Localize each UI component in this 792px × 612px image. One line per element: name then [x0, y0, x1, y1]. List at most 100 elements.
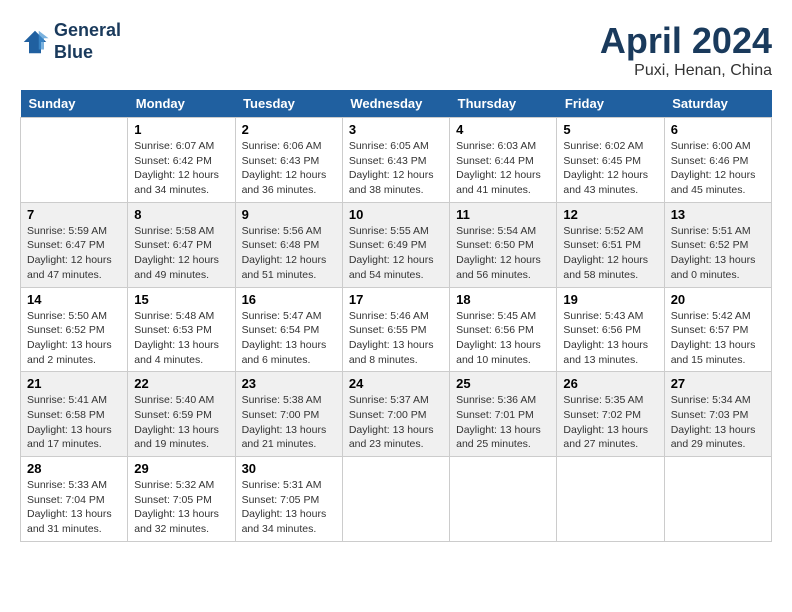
calendar-cell: 6 Sunrise: 6:00 AM Sunset: 6:46 PM Daylig… — [664, 118, 771, 203]
location-subtitle: Puxi, Henan, China — [600, 62, 772, 80]
cell-content: Sunrise: 5:33 AM Sunset: 7:04 PM Dayligh… — [27, 478, 121, 537]
weekday-header-wednesday: Wednesday — [342, 90, 449, 118]
day-number: 24 — [349, 376, 443, 391]
calendar-cell: 24Sunrise: 5:37 AM Sunset: 7:00 PM Dayli… — [342, 372, 449, 457]
day-number: 6 — [671, 122, 765, 137]
calendar-cell: 3 Sunrise: 6:05 AM Sunset: 6:43 PM Daylig… — [342, 118, 449, 203]
weekday-header-monday: Monday — [128, 90, 235, 118]
calendar-cell: 5 Sunrise: 6:02 AM Sunset: 6:45 PM Daylig… — [557, 118, 664, 203]
calendar-cell: 15 Sunrise: 5:48 AM Sunset: 6:53 PM Dayli… — [128, 287, 235, 372]
cell-content: Sunrise: 5:32 AM Sunset: 7:05 PM Dayligh… — [134, 478, 228, 537]
logo-icon — [20, 27, 50, 57]
calendar-cell: 19 Sunrise: 5:43 AM Sunset: 6:56 PM Dayli… — [557, 287, 664, 372]
day-number: 12 — [563, 207, 657, 222]
day-number: 13 — [671, 207, 765, 222]
day-number: 30 — [242, 461, 336, 476]
day-number: 27 — [671, 376, 765, 391]
calendar-cell: 22Sunrise: 5:40 AM Sunset: 6:59 PM Dayli… — [128, 372, 235, 457]
day-number: 26 — [563, 376, 657, 391]
cell-content: Sunrise: 5:50 AM Sunset: 6:52 PM Dayligh… — [27, 309, 121, 368]
weekday-header-sunday: Sunday — [21, 90, 128, 118]
weekday-header-row: SundayMondayTuesdayWednesdayThursdayFrid… — [21, 90, 772, 118]
calendar-week-2: 7 Sunrise: 5:59 AM Sunset: 6:47 PM Daylig… — [21, 202, 772, 287]
cell-content: Sunrise: 6:06 AM Sunset: 6:43 PM Dayligh… — [242, 139, 336, 198]
cell-content: Sunrise: 5:59 AM Sunset: 6:47 PM Dayligh… — [27, 224, 121, 283]
weekday-header-friday: Friday — [557, 90, 664, 118]
calendar-cell: 16 Sunrise: 5:47 AM Sunset: 6:54 PM Dayli… — [235, 287, 342, 372]
logo-line2: Blue — [54, 42, 121, 64]
day-number: 23 — [242, 376, 336, 391]
day-number: 10 — [349, 207, 443, 222]
day-number: 1 — [134, 122, 228, 137]
calendar-week-5: 28 Sunrise: 5:33 AM Sunset: 7:04 PM Dayli… — [21, 457, 772, 542]
day-number: 9 — [242, 207, 336, 222]
calendar-cell: 7 Sunrise: 5:59 AM Sunset: 6:47 PM Daylig… — [21, 202, 128, 287]
day-number: 11 — [456, 207, 550, 222]
calendar-cell: 10 Sunrise: 5:55 AM Sunset: 6:49 PM Dayli… — [342, 202, 449, 287]
cell-content: Sunrise: 6:07 AM Sunset: 6:42 PM Dayligh… — [134, 139, 228, 198]
calendar-cell: 12 Sunrise: 5:52 AM Sunset: 6:51 PM Dayli… — [557, 202, 664, 287]
calendar-cell: 30 Sunrise: 5:31 AM Sunset: 7:05 PM Dayli… — [235, 457, 342, 542]
calendar-week-4: 21 Sunrise: 5:41 AM Sunset: 6:58 PM Dayli… — [21, 372, 772, 457]
cell-content: Sunrise: 5:46 AM Sunset: 6:55 PM Dayligh… — [349, 309, 443, 368]
day-number: 29 — [134, 461, 228, 476]
cell-content: Sunrise: 5:58 AM Sunset: 6:47 PM Dayligh… — [134, 224, 228, 283]
cell-content: Sunrise: 5:52 AM Sunset: 6:51 PM Dayligh… — [563, 224, 657, 283]
cell-content: Sunrise: 5:54 AM Sunset: 6:50 PM Dayligh… — [456, 224, 550, 283]
cell-content: Sunrise: 6:00 AM Sunset: 6:46 PM Dayligh… — [671, 139, 765, 198]
cell-content: Sunrise: 5:35 AM Sunset: 7:02 PM Dayligh… — [563, 393, 657, 452]
day-number: 2 — [242, 122, 336, 137]
calendar-cell: 17 Sunrise: 5:46 AM Sunset: 6:55 PM Dayli… — [342, 287, 449, 372]
day-number: 14 — [27, 292, 121, 307]
cell-content: Sunrise: 5:55 AM Sunset: 6:49 PM Dayligh… — [349, 224, 443, 283]
calendar-cell: 18Sunrise: 5:45 AM Sunset: 6:56 PM Dayli… — [450, 287, 557, 372]
cell-content: Sunrise: 6:05 AM Sunset: 6:43 PM Dayligh… — [349, 139, 443, 198]
calendar-cell: 4 Sunrise: 6:03 AM Sunset: 6:44 PM Daylig… — [450, 118, 557, 203]
logo: General Blue — [20, 20, 121, 63]
day-number: 25 — [456, 376, 550, 391]
cell-content: Sunrise: 5:38 AM Sunset: 7:00 PM Dayligh… — [242, 393, 336, 452]
day-number: 7 — [27, 207, 121, 222]
day-number: 15 — [134, 292, 228, 307]
day-number: 21 — [27, 376, 121, 391]
day-number: 28 — [27, 461, 121, 476]
calendar-cell: 20Sunrise: 5:42 AM Sunset: 6:57 PM Dayli… — [664, 287, 771, 372]
calendar-cell — [557, 457, 664, 542]
calendar-cell: 29 Sunrise: 5:32 AM Sunset: 7:05 PM Dayli… — [128, 457, 235, 542]
calendar-cell: 26 Sunrise: 5:35 AM Sunset: 7:02 PM Dayli… — [557, 372, 664, 457]
cell-content: Sunrise: 5:31 AM Sunset: 7:05 PM Dayligh… — [242, 478, 336, 537]
day-number: 19 — [563, 292, 657, 307]
calendar-cell: 1 Sunrise: 6:07 AM Sunset: 6:42 PM Daylig… — [128, 118, 235, 203]
calendar-cell — [21, 118, 128, 203]
cell-content: Sunrise: 5:56 AM Sunset: 6:48 PM Dayligh… — [242, 224, 336, 283]
calendar-cell: 9 Sunrise: 5:56 AM Sunset: 6:48 PM Daylig… — [235, 202, 342, 287]
calendar-cell: 2 Sunrise: 6:06 AM Sunset: 6:43 PM Daylig… — [235, 118, 342, 203]
day-number: 3 — [349, 122, 443, 137]
cell-content: Sunrise: 6:02 AM Sunset: 6:45 PM Dayligh… — [563, 139, 657, 198]
cell-content: Sunrise: 5:48 AM Sunset: 6:53 PM Dayligh… — [134, 309, 228, 368]
cell-content: Sunrise: 5:36 AM Sunset: 7:01 PM Dayligh… — [456, 393, 550, 452]
weekday-header-thursday: Thursday — [450, 90, 557, 118]
cell-content: Sunrise: 5:43 AM Sunset: 6:56 PM Dayligh… — [563, 309, 657, 368]
calendar-cell: 21 Sunrise: 5:41 AM Sunset: 6:58 PM Dayli… — [21, 372, 128, 457]
cell-content: Sunrise: 5:47 AM Sunset: 6:54 PM Dayligh… — [242, 309, 336, 368]
day-number: 17 — [349, 292, 443, 307]
day-number: 8 — [134, 207, 228, 222]
calendar-week-3: 14 Sunrise: 5:50 AM Sunset: 6:52 PM Dayli… — [21, 287, 772, 372]
cell-content: Sunrise: 5:41 AM Sunset: 6:58 PM Dayligh… — [27, 393, 121, 452]
title-area: April 2024 Puxi, Henan, China — [600, 20, 772, 80]
calendar-cell: 14 Sunrise: 5:50 AM Sunset: 6:52 PM Dayli… — [21, 287, 128, 372]
logo-line1: General — [54, 20, 121, 42]
cell-content: Sunrise: 6:03 AM Sunset: 6:44 PM Dayligh… — [456, 139, 550, 198]
calendar-table: SundayMondayTuesdayWednesdayThursdayFrid… — [20, 90, 772, 542]
calendar-cell: 23 Sunrise: 5:38 AM Sunset: 7:00 PM Dayli… — [235, 372, 342, 457]
day-number: 18 — [456, 292, 550, 307]
month-title: April 2024 — [600, 20, 772, 62]
day-number: 16 — [242, 292, 336, 307]
cell-content: Sunrise: 5:34 AM Sunset: 7:03 PM Dayligh… — [671, 393, 765, 452]
day-number: 5 — [563, 122, 657, 137]
calendar-cell: 11 Sunrise: 5:54 AM Sunset: 6:50 PM Dayli… — [450, 202, 557, 287]
calendar-cell — [342, 457, 449, 542]
day-number: 4 — [456, 122, 550, 137]
calendar-cell — [664, 457, 771, 542]
